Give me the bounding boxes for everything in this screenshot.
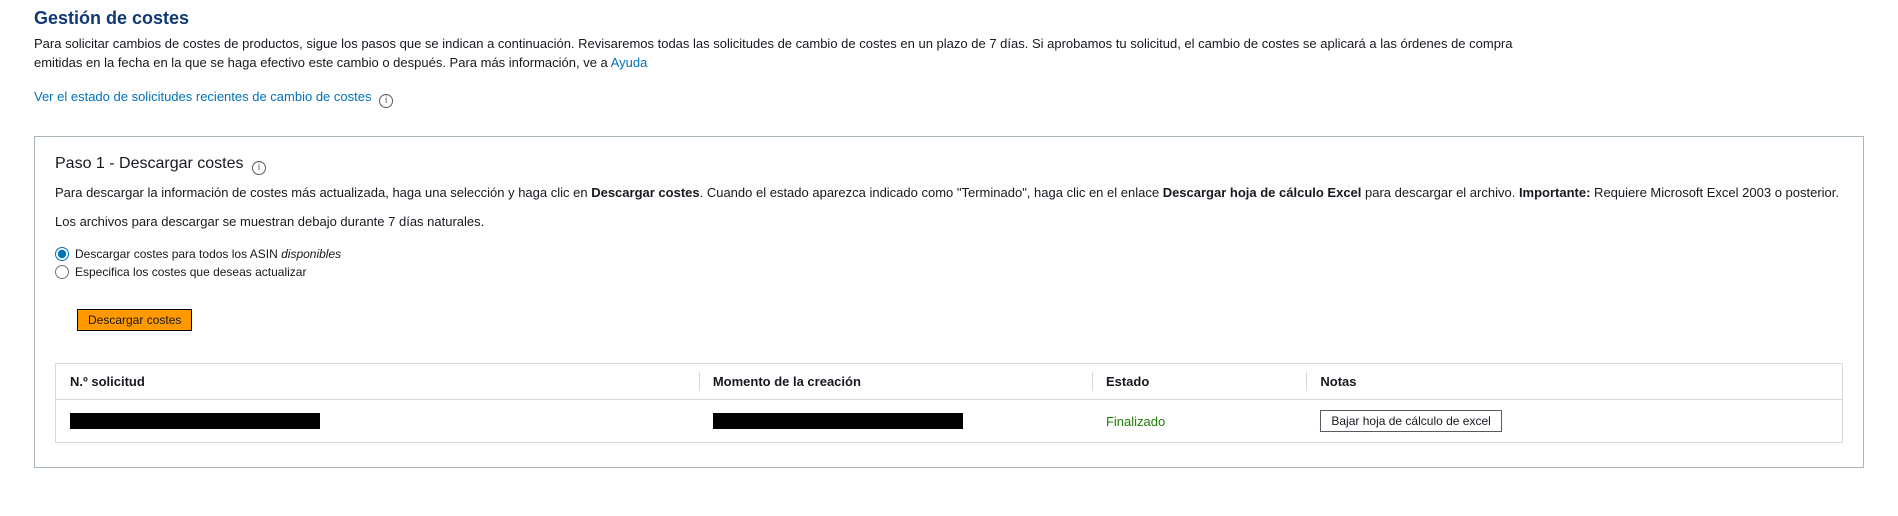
info-icon[interactable]: i <box>379 94 393 108</box>
intro-text: Para solicitar cambios de costes de prod… <box>34 35 1534 73</box>
radio-specify-input[interactable] <box>55 265 69 279</box>
downloads-table: N.º solicitud Momento de la creación Est… <box>55 363 1843 443</box>
download-excel-button[interactable]: Bajar hoja de cálculo de excel <box>1320 410 1501 432</box>
col-request: N.º solicitud <box>56 364 699 400</box>
radio-all-asin[interactable]: Descargar costes para todos los ASIN dis… <box>55 247 1843 261</box>
col-status: Estado <box>1092 364 1306 400</box>
download-options: Descargar costes para todos los ASIN dis… <box>55 247 1843 279</box>
download-costs-button[interactable]: Descargar costes <box>77 309 192 331</box>
table-row: Finalizado Bajar hoja de cálculo de exce… <box>56 400 1843 443</box>
step1-title-text: Paso 1 - Descargar costes <box>55 155 244 172</box>
help-link[interactable]: Ayuda <box>611 55 648 70</box>
page-title: Gestión de costes <box>34 8 1864 29</box>
recent-requests-link[interactable]: Ver el estado de solicitudes recientes d… <box>34 89 371 104</box>
redacted-created-at <box>713 413 963 429</box>
redacted-request-id <box>70 413 320 429</box>
step1-note: Los archivos para descargar se muestran … <box>55 214 1843 229</box>
radio-all-asin-input[interactable] <box>55 247 69 261</box>
status-badge: Finalizado <box>1106 414 1165 429</box>
col-notes: Notas <box>1306 364 1842 400</box>
table-header-row: N.º solicitud Momento de la creación Est… <box>56 364 1843 400</box>
step1-panel: Paso 1 - Descargar costes i Para descarg… <box>34 136 1864 469</box>
radio-specify[interactable]: Especifica los costes que deseas actuali… <box>55 265 1843 279</box>
col-created: Momento de la creación <box>699 364 1092 400</box>
intro-body: Para solicitar cambios de costes de prod… <box>34 36 1512 70</box>
info-icon[interactable]: i <box>252 161 266 175</box>
step1-description: Para descargar la información de costes … <box>55 183 1843 203</box>
step1-title: Paso 1 - Descargar costes i <box>55 155 1843 175</box>
